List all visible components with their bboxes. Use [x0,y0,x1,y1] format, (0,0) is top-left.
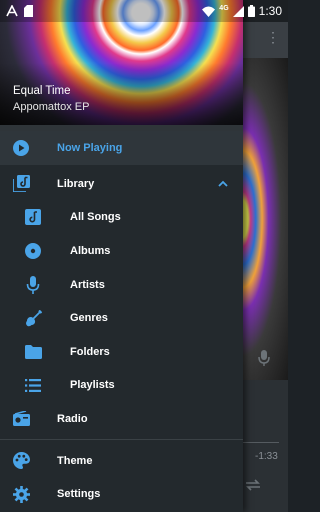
chevron-up-icon[interactable] [216,177,230,191]
menu-label-settings: Settings [57,488,101,501]
play-circle-icon [12,139,30,157]
drawer-menu: Now Playing Library All Songs Albums Art… [0,131,243,511]
microphone-icon [24,275,42,294]
track-title: Equal Time [13,85,71,97]
menu-label-folders: Folders [70,345,110,358]
menu-item-library[interactable]: Library [0,167,243,201]
album-name: Appomattox EP [13,101,90,113]
music-note-box-icon [24,208,42,226]
menu-item-albums[interactable]: Albums [0,234,243,268]
menu-label-albums: Albums [70,244,111,257]
battery-icon [247,5,255,17]
background-seekbar [243,442,279,443]
status-time: 1:30 [258,4,282,18]
gear-icon [12,485,30,503]
menu-label-now-playing: Now Playing [57,142,123,154]
menu-label-radio: Radio [57,412,88,425]
menu-label-artists: Artists [70,278,105,291]
library-music-icon [12,175,30,193]
album-icon [24,242,42,260]
menu-item-settings[interactable]: Settings [0,477,243,511]
menu-item-folders[interactable]: Folders [0,335,243,369]
menu-item-playlists[interactable]: Playlists [0,369,243,403]
menu-label-all-songs: All Songs [70,211,121,224]
menu-item-radio[interactable]: Radio [0,402,243,436]
guitar-icon [24,309,42,327]
navigation-drawer: Equal Time Appomattox EP Now Playing Lib… [0,0,243,512]
background-album-art [243,58,288,380]
menu-label-theme: Theme [57,454,93,467]
signal-icon [232,5,244,17]
menu-item-now-playing[interactable]: Now Playing [0,131,243,165]
menu-item-theme[interactable]: Theme [0,444,243,478]
palette-icon [12,452,30,470]
menu-item-genres[interactable]: Genres [0,301,243,335]
status-bar: 4G 1:30 [0,0,288,22]
menu-item-all-songs[interactable]: All Songs [0,201,243,235]
menu-divider [0,438,243,440]
background-time: -1:33 [255,451,278,462]
a-notification-icon [6,5,18,17]
menu-label-library: Library [57,177,95,190]
network-type-label: 4G [219,4,229,12]
background-mic-icon [258,350,270,366]
overflow-menu-icon: ⋮ [266,29,280,45]
menu-label-playlists: Playlists [70,379,115,392]
menu-label-genres: Genres [70,312,108,325]
wifi-icon [202,6,216,17]
repeat-icon [244,476,262,494]
sd-card-icon [24,5,33,17]
menu-item-artists[interactable]: Artists [0,268,243,302]
radio-icon [12,410,30,428]
folder-icon [24,343,42,361]
playlist-icon [24,376,42,394]
